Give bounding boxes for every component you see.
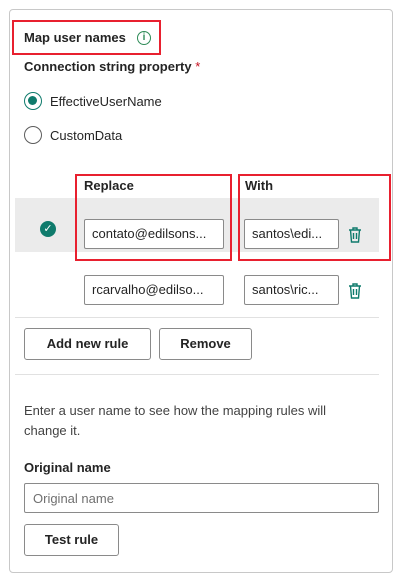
row-selected-check-icon[interactable]: ✓ [40, 221, 56, 237]
radio-effective-user-name[interactable] [24, 92, 42, 110]
divider [15, 317, 379, 318]
original-name-label: Original name [24, 460, 111, 475]
replace-input-row-2[interactable]: rcarvalho@edilso... [84, 275, 224, 305]
test-rule-button[interactable]: Test rule [24, 524, 119, 556]
with-input-row-2[interactable]: santos\ric... [244, 275, 339, 305]
divider [15, 374, 379, 375]
add-new-rule-button[interactable]: Add new rule [24, 328, 151, 360]
radio-label-effective-user-name: EffectiveUserName [50, 94, 162, 109]
connection-property-label: Connection string property * [24, 59, 200, 74]
connection-property-label-text: Connection string property [24, 59, 192, 74]
original-name-input[interactable] [24, 483, 379, 513]
test-description: Enter a user name to see how the mapping… [24, 403, 327, 438]
title-highlight-box [12, 20, 161, 55]
remove-button[interactable]: Remove [159, 328, 252, 360]
radio-custom-data[interactable] [24, 126, 42, 144]
with-column-highlight-box [238, 174, 391, 261]
delete-icon[interactable] [347, 282, 363, 300]
replace-column-highlight-box [75, 174, 232, 261]
radio-label-custom-data: CustomData [50, 128, 123, 143]
required-marker: * [195, 59, 201, 74]
